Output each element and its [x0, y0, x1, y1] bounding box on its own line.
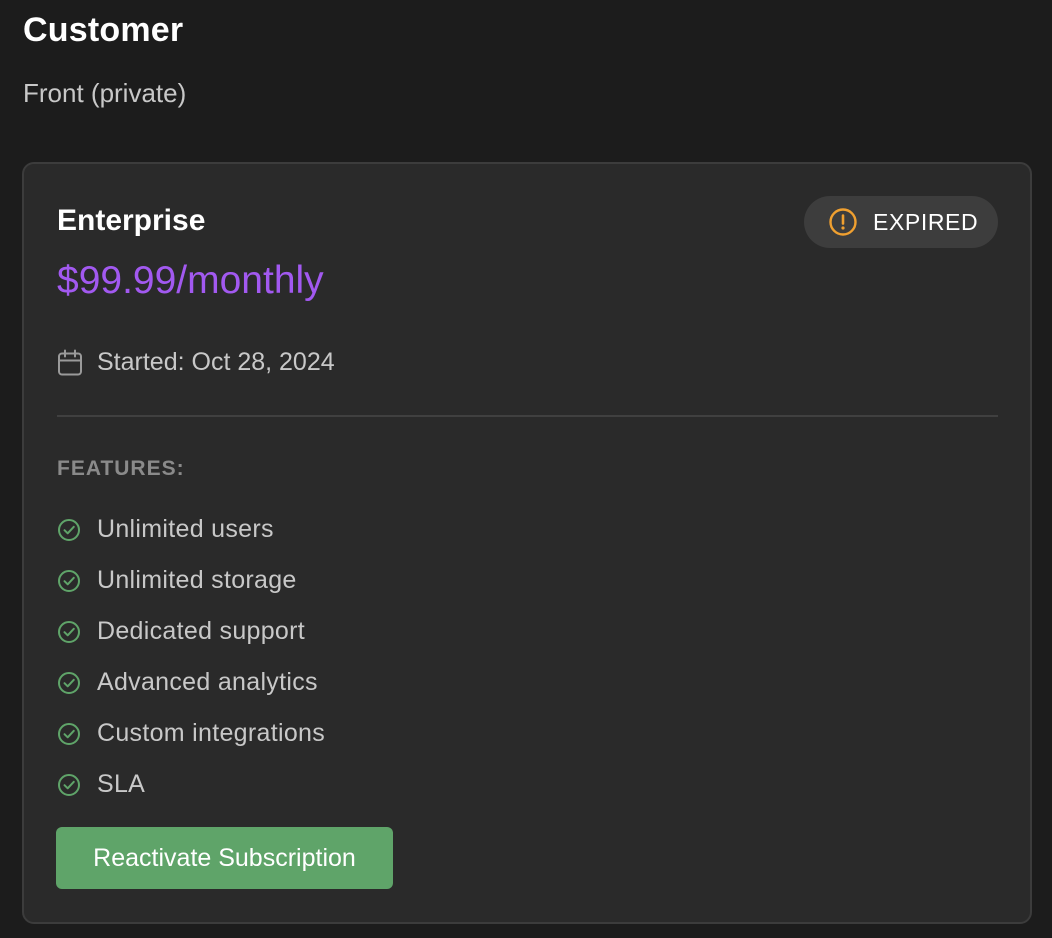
plan-name: Enterprise	[57, 204, 206, 237]
feature-list: Unlimited users Unlimited storage Dedica…	[57, 504, 325, 810]
start-date-row: Started: Oct 28, 2024	[57, 348, 335, 377]
feature-label: Advanced analytics	[97, 668, 318, 696]
check-circle-icon	[57, 569, 81, 593]
page-subtitle: Front (private)	[23, 78, 187, 108]
alert-circle-icon	[828, 207, 858, 237]
reactivate-subscription-button[interactable]: Reactivate Subscription	[56, 827, 393, 889]
subscription-card: Enterprise EXPIRED $99.99/monthly Starte…	[22, 162, 1032, 924]
feature-item: Custom integrations	[57, 708, 325, 759]
feature-item: SLA	[57, 759, 325, 810]
feature-label: Dedicated support	[97, 617, 306, 645]
start-date: Started: Oct 28, 2024	[97, 348, 335, 376]
check-circle-icon	[57, 671, 81, 695]
features-heading: FEATURES:	[57, 457, 185, 480]
feature-item: Unlimited storage	[57, 555, 325, 606]
feature-label: SLA	[97, 770, 146, 798]
check-circle-icon	[57, 620, 81, 644]
feature-item: Unlimited users	[57, 504, 325, 555]
plan-price: $99.99/monthly	[57, 259, 324, 302]
calendar-icon	[57, 349, 83, 377]
divider	[57, 415, 998, 417]
feature-label: Custom integrations	[97, 719, 326, 747]
feature-label: Unlimited users	[97, 515, 274, 543]
check-circle-icon	[57, 773, 81, 797]
page-title: Customer	[23, 11, 184, 49]
feature-label: Unlimited storage	[97, 566, 297, 594]
status-text: EXPIRED	[873, 208, 979, 235]
feature-item: Dedicated support	[57, 606, 325, 657]
check-circle-icon	[57, 722, 81, 746]
feature-item: Advanced analytics	[57, 657, 325, 708]
check-circle-icon	[57, 518, 81, 542]
status-badge: EXPIRED	[804, 196, 998, 248]
